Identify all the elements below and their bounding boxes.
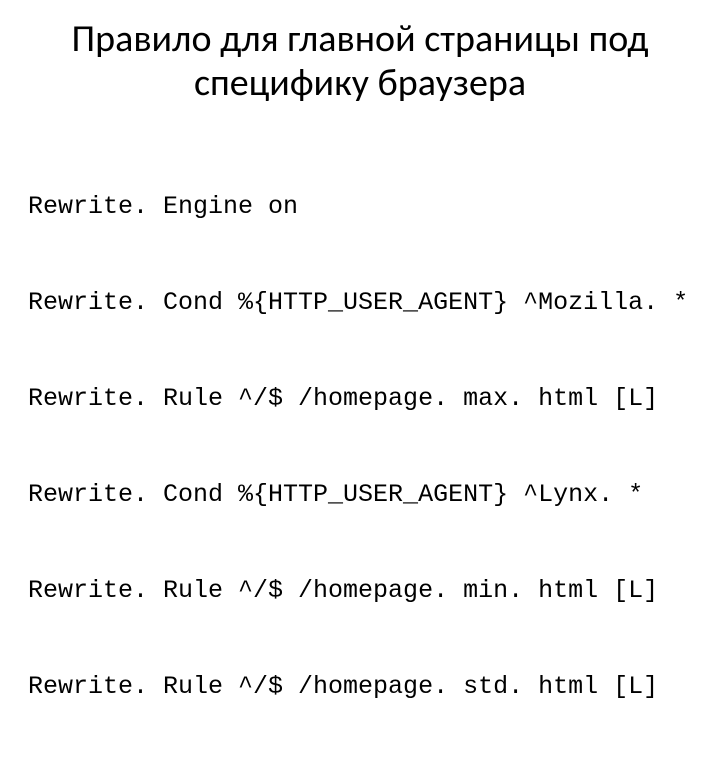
- code-line: Rewrite. Rule ^/$ /homepage. max. html […: [28, 383, 692, 415]
- code-line: Rewrite. Engine on: [28, 191, 692, 223]
- code-line: Rewrite. Rule ^/$ /homepage. min. html […: [28, 575, 692, 607]
- slide: Правило для главной страницы под специфи…: [0, 0, 720, 540]
- code-line: Rewrite. Rule ^/$ /homepage. std. html […: [28, 671, 692, 703]
- slide-title: Правило для главной страницы под специфи…: [28, 18, 692, 105]
- title-line-2: специфику браузера: [194, 60, 526, 106]
- code-line: Rewrite. Cond %{HTTP_USER_AGENT} ^Mozill…: [28, 287, 692, 319]
- code-block: Rewrite. Engine on Rewrite. Cond %{HTTP_…: [28, 127, 692, 767]
- code-line: Rewrite. Cond %{HTTP_USER_AGENT} ^Lynx. …: [28, 479, 692, 511]
- title-line-1: Правило для главной страницы под: [72, 16, 649, 62]
